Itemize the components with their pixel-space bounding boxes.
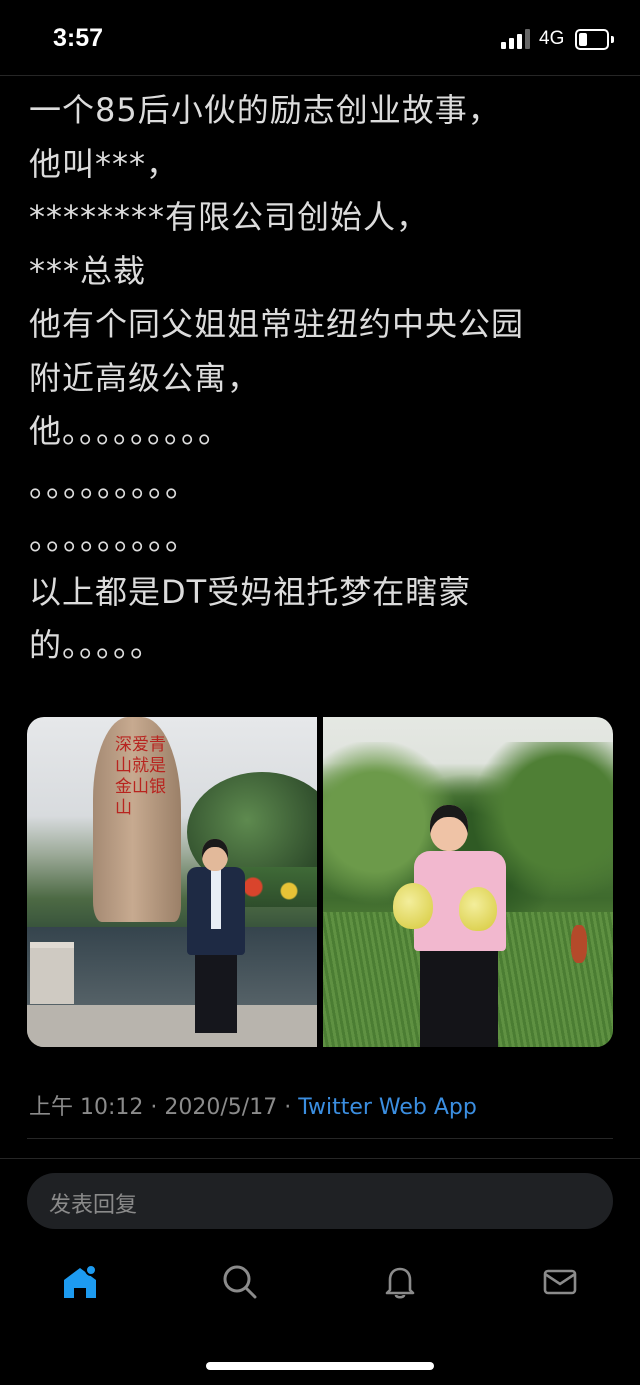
- reply-input[interactable]: 发表回复: [27, 1173, 613, 1229]
- tweet-photo-2[interactable]: [323, 717, 613, 1047]
- tweet-media: 深爱青山就是金山银山: [27, 717, 613, 1047]
- tweet-line: 他。。。。。。。。。: [29, 412, 232, 450]
- tab-messages[interactable]: [536, 1258, 584, 1306]
- tweet-time: 上午 10:12: [29, 1095, 144, 1120]
- tweet-line: 他有个同父姐姐常驻纽约中央公园: [29, 305, 525, 343]
- notifications-icon: [385, 1267, 415, 1299]
- tweet-line: 。。。。。。。。。: [29, 519, 199, 557]
- tweet-line: ********有限公司创始人，: [29, 198, 430, 236]
- tab-search[interactable]: [216, 1258, 264, 1306]
- pomelo: [393, 883, 433, 929]
- source-app-link[interactable]: Twitter Web App: [298, 1095, 477, 1120]
- network-type: 4G: [539, 28, 565, 49]
- divider: [0, 1158, 640, 1159]
- signal-icon: [501, 29, 531, 49]
- tweet-line: 。。。。。。。。。: [29, 465, 199, 504]
- tab-home[interactable]: [56, 1258, 104, 1306]
- tab-notifications[interactable]: [376, 1258, 424, 1306]
- tweet-line: 他叫***，: [29, 144, 180, 183]
- tweet-line: ***总裁: [29, 251, 147, 290]
- reply-placeholder: 发表回复: [49, 1193, 138, 1218]
- tweet-photo-1[interactable]: 深爱青山就是金山银山: [27, 717, 317, 1047]
- tweet-line: 一个85后小伙的励志创业故事，: [29, 91, 501, 129]
- search-icon: [223, 1265, 257, 1299]
- tweet-date: 2020/5/17: [164, 1095, 278, 1120]
- home-icon: [64, 1264, 97, 1298]
- status-time: 3:57: [53, 24, 104, 52]
- divider: [27, 1138, 613, 1139]
- tab-bar: [0, 1250, 640, 1322]
- tweet-line: 的。。。。。: [29, 626, 164, 664]
- home-indicator[interactable]: [206, 1362, 434, 1370]
- status-bar: 3:57 4G: [0, 0, 640, 76]
- rock-inscription: 深爱青山就是金山银山: [115, 735, 166, 818]
- person: [202, 839, 228, 871]
- pomelo: [459, 887, 497, 931]
- tweet-line: 以上都是DT受妈祖托梦在瞎蒙: [29, 572, 472, 611]
- tweet-text: 一个85后小伙的励志创业故事， 他叫***， ********有限公司创始人， …: [29, 84, 619, 673]
- meta-separator: ·: [277, 1095, 299, 1120]
- tweet-line: 附近高级公寓，: [29, 358, 261, 397]
- person: [430, 805, 468, 851]
- tweet-meta: 上午 10:12 · 2020/5/17 · Twitter Web App: [29, 1089, 477, 1121]
- meta-separator: ·: [143, 1095, 165, 1120]
- messages-icon: [543, 1269, 577, 1295]
- battery-icon: [575, 29, 615, 50]
